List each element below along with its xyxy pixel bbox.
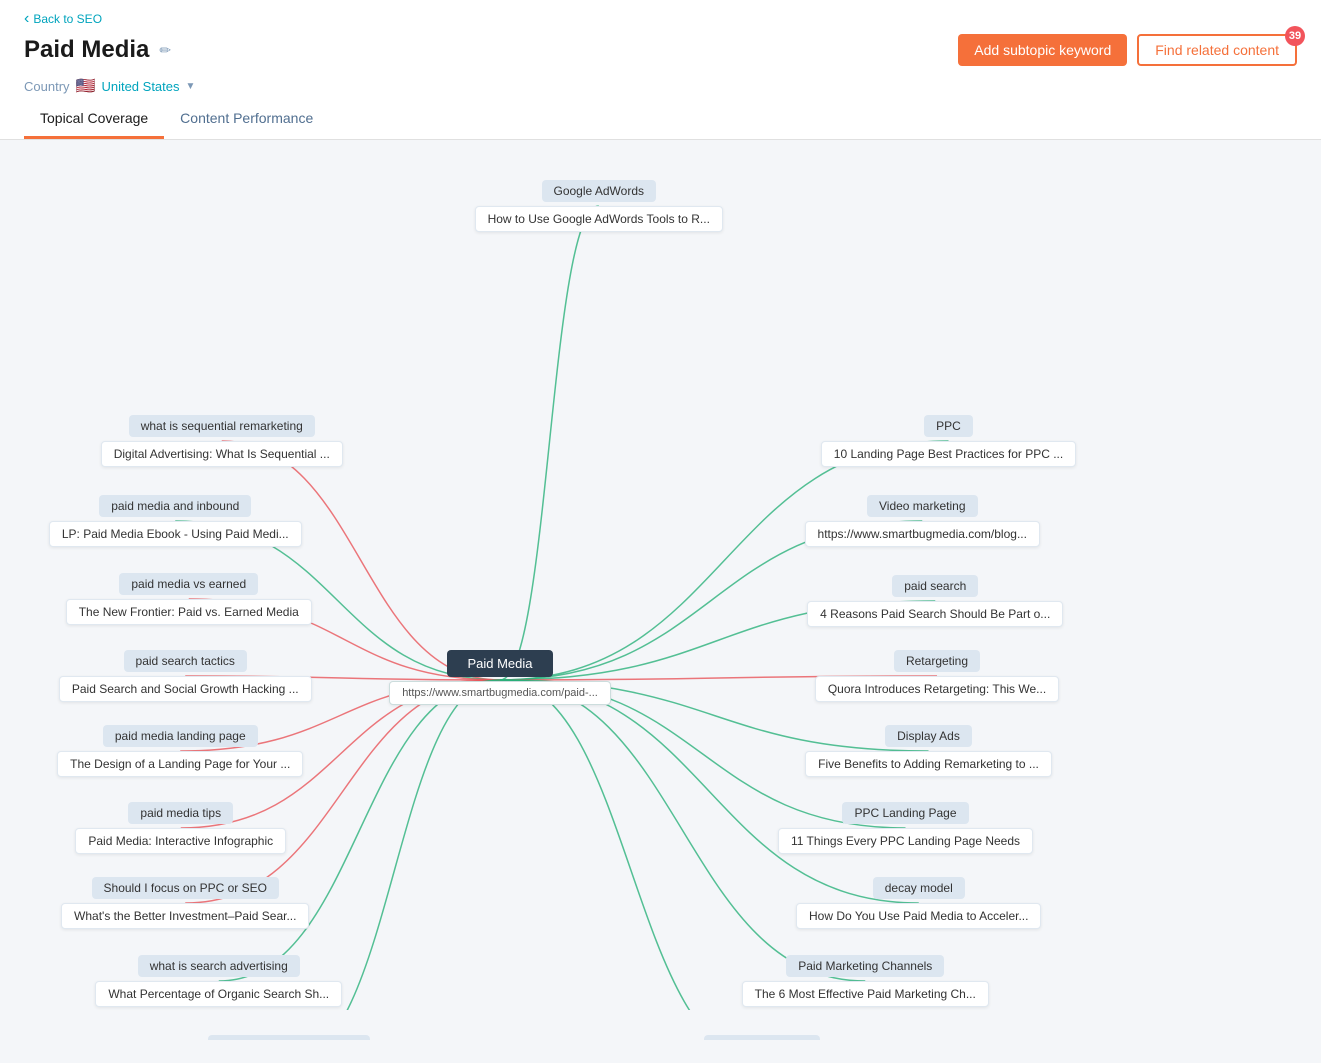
node-content: LP: Paid Media Ebook - Using Paid Medi..…	[49, 521, 302, 547]
node-content: How to Use Google AdWords Tools to R...	[475, 206, 723, 232]
node-topic: Paid Marketing Channels	[786, 955, 944, 977]
node-content: The 6 Most Effective Paid Marketing Ch..…	[742, 981, 989, 1007]
node-content: Quora Introduces Retargeting: This We...	[815, 676, 1059, 702]
node-content: Digital Advertising: What Is Sequential …	[101, 441, 343, 467]
node-paid-inbound[interactable]: paid media and inbound LP: Paid Media Eb…	[30, 495, 321, 547]
node-display-ads[interactable]: Display Ads Five Benefits to Adding Rema…	[780, 725, 1077, 777]
node-topic: what is search advertising	[138, 955, 300, 977]
back-link[interactable]: Back to SEO	[24, 10, 1297, 28]
node-topic: what is sequential remarketing	[129, 415, 315, 437]
center-node[interactable]: Paid Media https://www.smartbugmedia.com…	[400, 650, 600, 705]
node-retargeting[interactable]: Retargeting Quora Introduces Retargeting…	[795, 650, 1079, 702]
node-topic: Google AdWords	[542, 180, 657, 202]
country-row: Country 🇺🇸 United States ▼	[24, 76, 1297, 100]
node-topic: paid media and inbound	[99, 495, 251, 517]
node-ppc-or-seo[interactable]: Should I focus on PPC or SEO What's the …	[40, 877, 331, 929]
add-subtopic-button[interactable]: Add subtopic keyword	[958, 34, 1127, 66]
tab-bar: Topical Coverage Content Performance	[24, 100, 1297, 139]
node-ppc-landing[interactable]: PPC Landing Page 11 Things Every PPC Lan…	[770, 802, 1041, 854]
edit-icon[interactable]: ✏	[159, 42, 171, 59]
node-ppc[interactable]: PPC 10 Landing Page Best Practices for P…	[800, 415, 1097, 467]
node-paid-search-tactics[interactable]: paid search tactics Paid Search and Soci…	[40, 650, 331, 702]
node-paid-marketing-ch[interactable]: Paid Marketing Channels The 6 Most Effec…	[720, 955, 1011, 1007]
node-content: Paid Media: Interactive Infographic	[75, 828, 286, 854]
node-video-marketing[interactable]: Video marketing https://www.smartbugmedi…	[790, 495, 1055, 547]
page-header: Back to SEO Paid Media ✏ Add subtopic ke…	[0, 0, 1321, 140]
title-row: Paid Media ✏ Add subtopic keyword Find r…	[24, 34, 1297, 66]
mindmap: Paid Media https://www.smartbugmedia.com…	[20, 160, 1301, 1010]
page-title: Paid Media	[24, 36, 149, 64]
node-content: 11 Things Every PPC Landing Page Needs	[778, 828, 1033, 854]
find-related-button[interactable]: Find related content 39	[1137, 34, 1297, 66]
node-content: What's the Better Investment–Paid Sear..…	[61, 903, 309, 929]
node-topic: paid search	[892, 575, 978, 597]
country-label: Country	[24, 79, 70, 94]
node-content: 10 Landing Page Best Practices for PPC .…	[821, 441, 1076, 467]
node-topic: paid media vs earned	[119, 573, 258, 595]
node-search-advertising[interactable]: what is search advertising What Percenta…	[80, 955, 358, 1007]
node-paid-vs-earned[interactable]: paid media vs earned The New Frontier: P…	[50, 573, 328, 625]
title-left: Paid Media ✏	[24, 36, 171, 64]
node-topic: Should I focus on PPC or SEO	[92, 877, 279, 899]
node-paid-landing-page[interactable]: paid media landing page The Design of a …	[35, 725, 326, 777]
node-topic: Display Ads	[885, 725, 972, 747]
node-content: 4 Reasons Paid Search Should Be Part o..…	[807, 601, 1063, 627]
node-content: How Do You Use Paid Media to Acceler...	[796, 903, 1041, 929]
node-topic: PPC	[924, 415, 973, 437]
node-decay-model[interactable]: decay model How Do You Use Paid Media to…	[780, 877, 1058, 929]
node-content: Paid Search and Social Growth Hacking ..…	[59, 676, 312, 702]
main-content: Paid Media https://www.smartbugmedia.com…	[0, 140, 1321, 1040]
node-content: The Design of a Landing Page for Your ..…	[57, 751, 303, 777]
node-paid-social-media[interactable]: paid social media Which Paid Media Chann…	[620, 1035, 904, 1040]
node-topic: PPC Landing Page	[842, 802, 968, 824]
node-content: What Percentage of Organic Search Sh...	[95, 981, 342, 1007]
node-topic: Retargeting	[894, 650, 980, 672]
country-selector[interactable]: United States	[101, 79, 179, 94]
node-content: Five Benefits to Adding Remarketing to .…	[805, 751, 1052, 777]
tab-content-performance[interactable]: Content Performance	[164, 100, 329, 139]
node-topic: paid media tips	[128, 802, 233, 824]
node-topic: Video marketing	[867, 495, 978, 517]
node-sequential-remarketing[interactable]: what is sequential remarketing Digital A…	[70, 415, 374, 467]
node-paid-owned-earned[interactable]: paid owned earned media The Paid Media K…	[150, 1035, 428, 1040]
node-content: The New Frontier: Paid vs. Earned Media	[66, 599, 312, 625]
node-topic: paid media landing page	[103, 725, 258, 747]
tab-topical-coverage[interactable]: Topical Coverage	[24, 100, 164, 139]
badge-count: 39	[1285, 26, 1305, 46]
chevron-down-icon: ▼	[186, 81, 196, 92]
node-paid-tips[interactable]: paid media tips Paid Media: Interactive …	[55, 802, 307, 854]
node-paid-search[interactable]: paid search 4 Reasons Paid Search Should…	[790, 575, 1081, 627]
node-topic: paid search tactics	[124, 650, 247, 672]
node-content: https://www.smartbugmedia.com/blog...	[805, 521, 1040, 547]
node-topic: decay model	[873, 877, 965, 899]
title-right: Add subtopic keyword Find related conten…	[958, 34, 1297, 66]
node-topic: paid social media	[704, 1035, 821, 1040]
node-topic: paid owned earned media	[208, 1035, 370, 1040]
node-google-adwords[interactable]: Google AdWords How to Use Google AdWords…	[460, 180, 738, 232]
country-flag: 🇺🇸	[76, 76, 96, 96]
